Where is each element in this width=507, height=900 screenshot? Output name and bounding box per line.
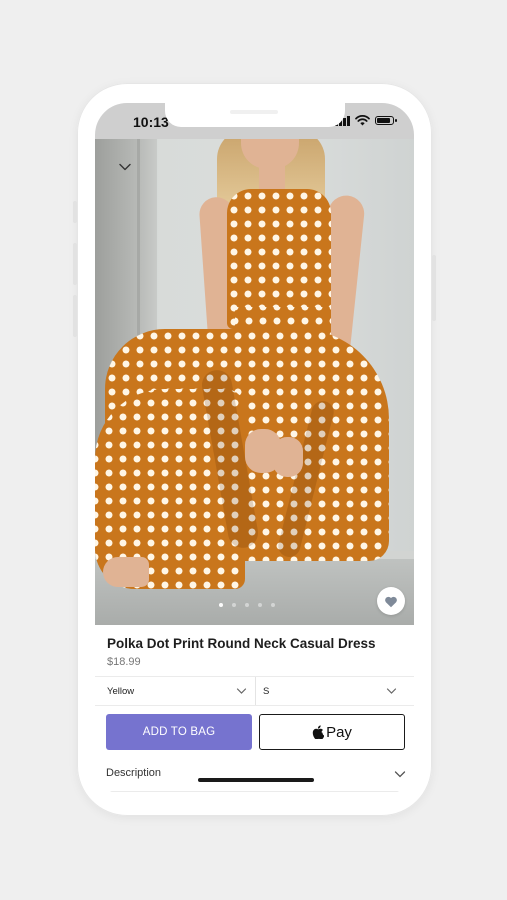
divider	[95, 791, 414, 792]
add-to-bag-button[interactable]: ADD TO BAG	[106, 714, 252, 750]
product-price: $18.99	[107, 656, 141, 668]
chevron-down-icon	[236, 688, 247, 694]
phone-frame: 10:13 Polka Dot Print Round Neck Casual …	[73, 83, 436, 816]
volume-up-button	[73, 243, 77, 285]
product-title: Polka Dot Print Round Neck Casual Dress	[107, 636, 376, 651]
product-image[interactable]	[95, 139, 414, 625]
carousel-dot[interactable]	[245, 603, 249, 607]
carousel-dot[interactable]	[232, 603, 236, 607]
home-indicator[interactable]	[198, 778, 314, 782]
divider	[95, 705, 414, 706]
carousel-dot[interactable]	[271, 603, 275, 607]
heart-icon	[385, 596, 397, 607]
description-label[interactable]: Description	[106, 767, 161, 779]
carousel-dot[interactable]	[219, 603, 223, 607]
chevron-down-icon[interactable]	[117, 159, 133, 175]
favorite-button[interactable]	[377, 587, 405, 615]
chevron-down-icon	[386, 688, 397, 694]
notch	[165, 103, 345, 127]
wifi-icon	[355, 115, 370, 126]
screen: 10:13 Polka Dot Print Round Neck Casual …	[95, 103, 414, 796]
battery-icon	[375, 116, 397, 125]
apple-logo-icon	[312, 725, 325, 739]
size-select[interactable]: S	[263, 677, 403, 705]
volume-down-button	[73, 295, 77, 337]
color-select-value: Yellow	[107, 685, 135, 697]
mute-switch	[73, 201, 77, 223]
apple-pay-button[interactable]: Pay	[259, 714, 405, 750]
select-separator	[255, 677, 256, 705]
color-select[interactable]: Yellow	[107, 677, 253, 705]
carousel-dot[interactable]	[258, 603, 262, 607]
apple-pay-label: Pay	[326, 723, 352, 741]
status-time: 10:13	[133, 114, 169, 130]
chevron-down-icon[interactable]	[394, 769, 406, 779]
size-select-value: S	[263, 685, 270, 697]
carousel-indicator[interactable]	[219, 603, 275, 607]
power-button	[432, 255, 436, 321]
